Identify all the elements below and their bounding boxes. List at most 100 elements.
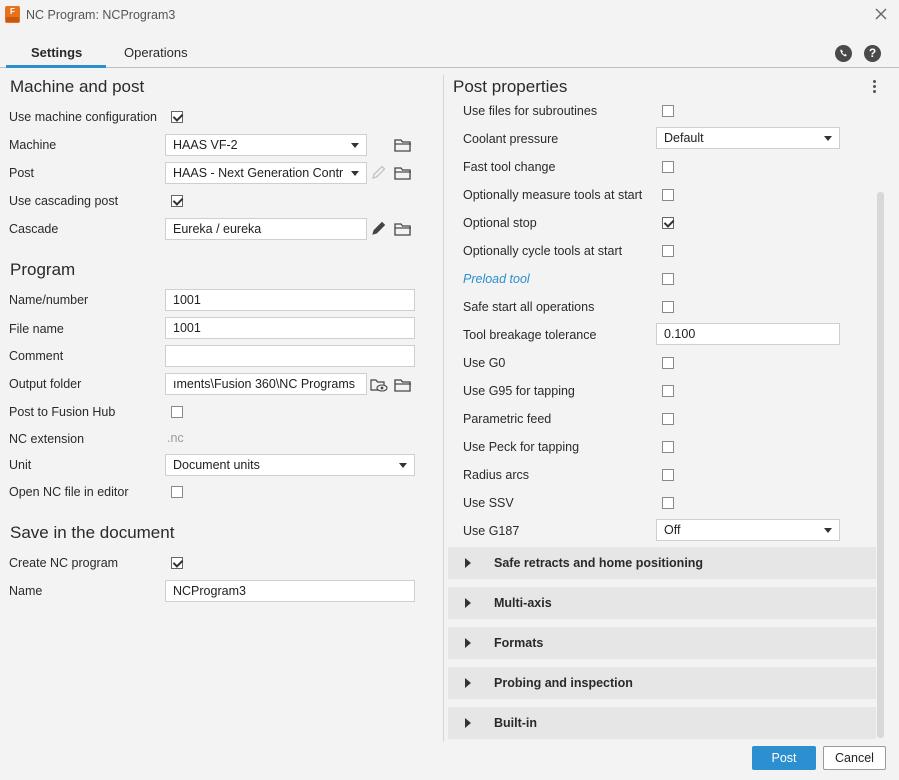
expand-arrow-icon: [465, 598, 471, 608]
create-nc-program-label: Create NC program: [9, 556, 119, 570]
machine-select[interactable]: HAAS VF-2: [165, 134, 367, 156]
name-number-label: Name/number: [9, 293, 89, 307]
tab-operations[interactable]: Operations: [124, 45, 188, 60]
fast-tool-change-label: Fast tool change: [463, 160, 556, 174]
machine-label: Machine: [9, 138, 57, 152]
optionally-cycle-tools-at-start-checkbox[interactable]: [662, 245, 674, 257]
open-in-editor-label: Open NC file in editor: [9, 485, 129, 499]
expand-arrow-icon: [465, 718, 471, 728]
tool-breakage-tolerance-input[interactable]: 0.100: [656, 323, 840, 345]
post-properties-title: Post properties: [453, 77, 568, 96]
post-button[interactable]: Post: [752, 746, 816, 770]
more-options-icon[interactable]: [869, 78, 879, 96]
use-cascading-post-label: Use cascading post: [9, 194, 119, 208]
use-machine-config-checkbox[interactable]: [171, 111, 183, 123]
close-icon[interactable]: [873, 6, 889, 22]
group-multi-axis[interactable]: Multi-axis: [448, 587, 876, 619]
expand-arrow-icon: [465, 558, 471, 568]
file-name-label: File name: [9, 322, 64, 336]
section-program: Program: [10, 260, 76, 279]
nc-extension-label: NC extension: [9, 432, 85, 446]
title-bar: F NC Program: NCProgram3: [0, 0, 899, 30]
coolant-pressure-select[interactable]: Default: [656, 127, 840, 149]
tab-settings[interactable]: Settings: [31, 45, 82, 60]
use-g95-for-tapping-checkbox[interactable]: [662, 385, 674, 397]
cascade-input[interactable]: Eureka / eureka: [165, 218, 367, 240]
use-peck-for-tapping-checkbox[interactable]: [662, 441, 674, 453]
pencil-icon[interactable]: [370, 221, 388, 237]
group-built-in[interactable]: Built-in: [448, 707, 876, 739]
group-label: Safe retracts and home positioning: [494, 556, 704, 570]
parametric-feed-label: Parametric feed: [463, 412, 552, 426]
comment-input[interactable]: [165, 345, 415, 367]
comment-label: Comment: [9, 349, 64, 363]
optional-stop-checkbox[interactable]: [662, 217, 674, 229]
group-label: Built-in: [494, 716, 538, 730]
expand-arrow-icon: [465, 678, 471, 688]
folder-icon[interactable]: [394, 377, 412, 393]
expand-arrow-icon: [465, 638, 471, 648]
phone-icon[interactable]: [835, 45, 852, 62]
panel-divider: [443, 75, 444, 742]
post-to-hub-label: Post to Fusion Hub: [9, 405, 116, 419]
optionally-measure-tools-at-start-checkbox[interactable]: [662, 189, 674, 201]
post-label: Post: [9, 166, 35, 180]
radius-arcs-checkbox[interactable]: [662, 469, 674, 481]
optional-stop-label: Optional stop: [463, 216, 537, 230]
name-label: Name: [9, 584, 43, 598]
scrollbar[interactable]: [877, 192, 884, 738]
folder-icon[interactable]: [394, 165, 412, 181]
use-g95-for-tapping-label: Use G95 for tapping: [463, 384, 575, 398]
cascade-label: Cascade: [9, 222, 59, 236]
folder-icon[interactable]: [394, 221, 412, 237]
use-peck-for-tapping-label: Use Peck for tapping: [463, 440, 580, 454]
output-folder-input[interactable]: ıments\Fusion 360\NC Programs: [165, 373, 367, 395]
group-label: Probing and inspection: [494, 676, 633, 690]
fast-tool-change-checkbox[interactable]: [662, 161, 674, 173]
use-machine-config-label: Use machine configuration: [9, 110, 157, 124]
radius-arcs-label: Radius arcs: [463, 468, 529, 482]
program-name-input[interactable]: NCProgram3: [165, 580, 415, 602]
use-g0-checkbox[interactable]: [662, 357, 674, 369]
file-name-input[interactable]: 1001: [165, 317, 415, 339]
use-cascading-post-checkbox[interactable]: [171, 195, 183, 207]
fusion-app-icon: F: [5, 6, 20, 23]
use-ssv-label: Use SSV: [463, 496, 514, 510]
use-g187-select[interactable]: Off: [656, 519, 840, 541]
tool-breakage-tolerance-label: Tool breakage tolerance: [463, 328, 597, 342]
unit-label: Unit: [9, 458, 32, 472]
unit-select[interactable]: Document units: [165, 454, 415, 476]
group-formats[interactable]: Formats: [448, 627, 876, 659]
folder-eye-icon[interactable]: [370, 377, 388, 393]
tab-bar: Settings Operations ?: [0, 38, 899, 68]
open-in-editor-checkbox[interactable]: [171, 486, 183, 498]
window-title: NC Program: NCProgram3: [26, 8, 176, 22]
preload-tool-label[interactable]: Preload tool: [463, 272, 530, 286]
use-g0-label: Use G0: [463, 356, 506, 370]
use-files-for-subroutines-checkbox[interactable]: [662, 105, 674, 117]
active-tab-indicator: [6, 65, 106, 68]
section-save-in-document: Save in the document: [10, 523, 175, 542]
use-ssv-checkbox[interactable]: [662, 497, 674, 509]
optionally-cycle-tools-at-start-label: Optionally cycle tools at start: [463, 244, 623, 258]
group-safe-retracts-and-home-positioning[interactable]: Safe retracts and home positioning: [448, 547, 876, 579]
optionally-measure-tools-at-start-label: Optionally measure tools at start: [463, 188, 643, 202]
create-nc-program-checkbox[interactable]: [171, 557, 183, 569]
group-label: Formats: [494, 636, 544, 650]
safe-start-all-operations-checkbox[interactable]: [662, 301, 674, 313]
use-g187-label: Use G187: [463, 524, 520, 538]
name-number-input[interactable]: 1001: [165, 289, 415, 311]
post-select[interactable]: HAAS - Next Generation Contr: [165, 162, 367, 184]
preload-tool-checkbox[interactable]: [662, 273, 674, 285]
group-probing-and-inspection[interactable]: Probing and inspection: [448, 667, 876, 699]
coolant-pressure-label: Coolant pressure: [463, 132, 559, 146]
section-machine-and-post: Machine and post: [10, 77, 145, 96]
group-label: Multi-axis: [494, 596, 552, 610]
nc-extension-value: .nc: [167, 431, 184, 445]
cancel-button[interactable]: Cancel: [823, 746, 886, 770]
parametric-feed-checkbox[interactable]: [662, 413, 674, 425]
folder-icon[interactable]: [394, 137, 412, 153]
pencil-icon: [372, 165, 386, 179]
post-to-hub-checkbox[interactable]: [171, 406, 183, 418]
help-icon[interactable]: ?: [864, 45, 881, 62]
